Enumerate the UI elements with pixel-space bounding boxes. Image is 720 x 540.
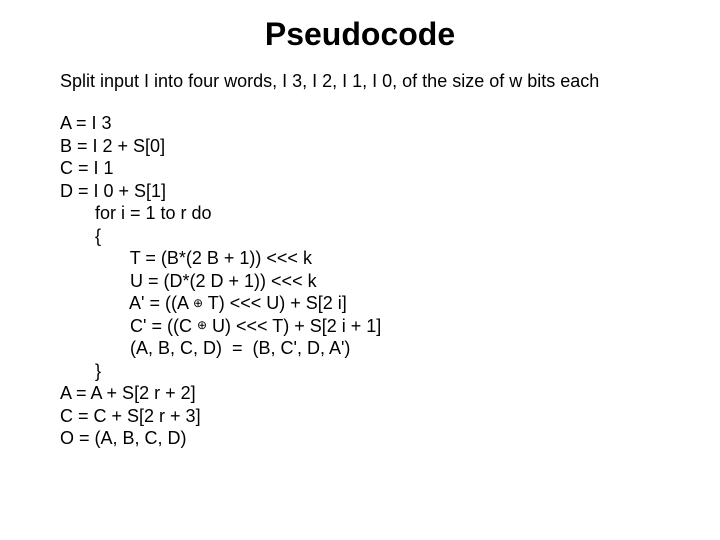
code-line: C' = ((C ⊕ U) <<< T) + S[2 i + 1] (60, 316, 381, 336)
xor-icon: ⊕ (197, 318, 207, 332)
intro-text: Split input I into four words, I 3, I 2,… (60, 71, 660, 92)
slide: Pseudocode Split input I into four words… (0, 0, 720, 540)
code-line: D = I 0 + S[1] (60, 181, 166, 201)
pseudocode-block: A = I 3 B = I 2 + S[0] C = I 1 D = I 0 +… (60, 112, 660, 450)
code-line: U = (D*(2 D + 1)) <<< k (60, 271, 317, 291)
code-line: T = (B*(2 B + 1)) <<< k (60, 248, 312, 268)
code-line: B = I 2 + S[0] (60, 136, 165, 156)
code-line: for i = 1 to r do (60, 203, 212, 223)
code-line: C = I 1 (60, 158, 114, 178)
xor-icon: ⊕ (193, 296, 203, 310)
code-fragment: A' = ((A (60, 293, 193, 313)
code-fragment: C' = ((C (60, 316, 197, 336)
code-line: A' = ((A ⊕ T) <<< U) + S[2 i] (60, 293, 347, 313)
code-line: A = I 3 (60, 113, 112, 133)
code-line: C = C + S[2 r + 3] (60, 406, 201, 426)
code-fragment: T) <<< U) + S[2 i] (203, 293, 347, 313)
code-line: { (60, 226, 101, 246)
page-title: Pseudocode (60, 16, 660, 53)
code-line: } (60, 361, 101, 381)
code-line: A = A + S[2 r + 2] (60, 383, 196, 403)
code-line: (A, B, C, D) = (B, C', D, A') (60, 338, 350, 358)
code-fragment: U) <<< T) + S[2 i + 1] (207, 316, 381, 336)
code-line: O = (A, B, C, D) (60, 428, 187, 448)
